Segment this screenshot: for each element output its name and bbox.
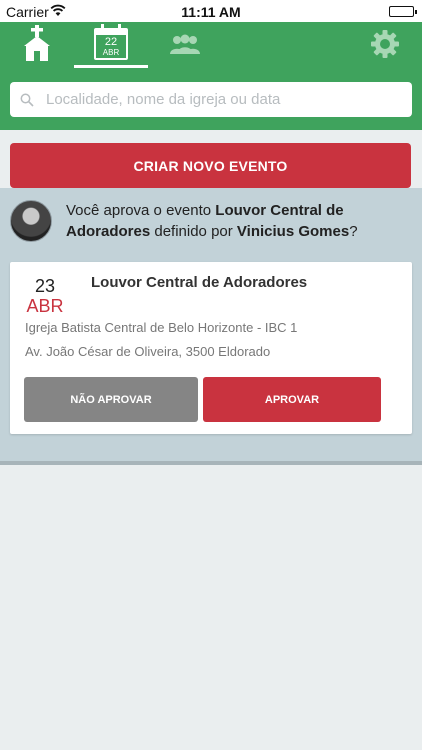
reject-button[interactable]: NÃO APROVAR: [24, 377, 198, 422]
calendar-icon-day: 22: [104, 36, 118, 48]
status-bar: Carrier 11:11 AM: [0, 0, 422, 22]
approval-suffix: ?: [349, 223, 358, 240]
search-input[interactable]: [46, 91, 406, 108]
event-card[interactable]: 23 ABR Louvor Central de Adoradores Igre…: [10, 262, 412, 434]
search-area: [0, 70, 422, 130]
create-event-button[interactable]: CRIAR NOVO EVENTO: [10, 143, 411, 188]
approval-prefix: Você aprova o evento: [66, 202, 216, 219]
church-icon: [22, 24, 52, 68]
event-month: ABR: [26, 296, 64, 316]
approval-panel: Você aprova o evento Louvor Central de A…: [0, 188, 422, 461]
gear-icon: [370, 29, 400, 64]
search-icon: [20, 93, 34, 107]
event-church: Igreja Batista Central de Belo Horizonte…: [25, 320, 298, 335]
search-box[interactable]: [10, 82, 412, 117]
status-time: 11:11 AM: [181, 4, 241, 20]
tab-settings[interactable]: [362, 22, 408, 70]
tab-home[interactable]: [10, 22, 64, 70]
calendar-icon: 22 ABR: [94, 24, 128, 60]
calendar-icon-month: ABR: [102, 48, 120, 57]
active-tab-indicator: [74, 65, 148, 68]
approval-question: Você aprova o evento Louvor Central de A…: [66, 200, 416, 242]
approve-button[interactable]: APROVAR: [203, 377, 381, 422]
event-address: Av. João César de Oliveira, 3500 Eldorad…: [25, 344, 271, 359]
event-title: Louvor Central de Adoradores: [91, 274, 308, 291]
panel-divider: [0, 461, 422, 465]
create-event-section: CRIAR NOVO EVENTO: [0, 130, 422, 188]
approval-user-name: Vinicius Gomes: [236, 223, 350, 240]
event-day: 23: [34, 276, 56, 296]
tab-calendar[interactable]: 22 ABR: [74, 22, 148, 70]
top-nav-bar: 22 ABR: [0, 22, 422, 70]
people-icon: [168, 33, 202, 60]
avatar: [10, 200, 52, 242]
approval-middle: definido por: [150, 223, 237, 240]
battery-icon: [389, 6, 417, 17]
tab-groups[interactable]: [160, 22, 210, 70]
event-date: 23 ABR: [24, 276, 66, 316]
